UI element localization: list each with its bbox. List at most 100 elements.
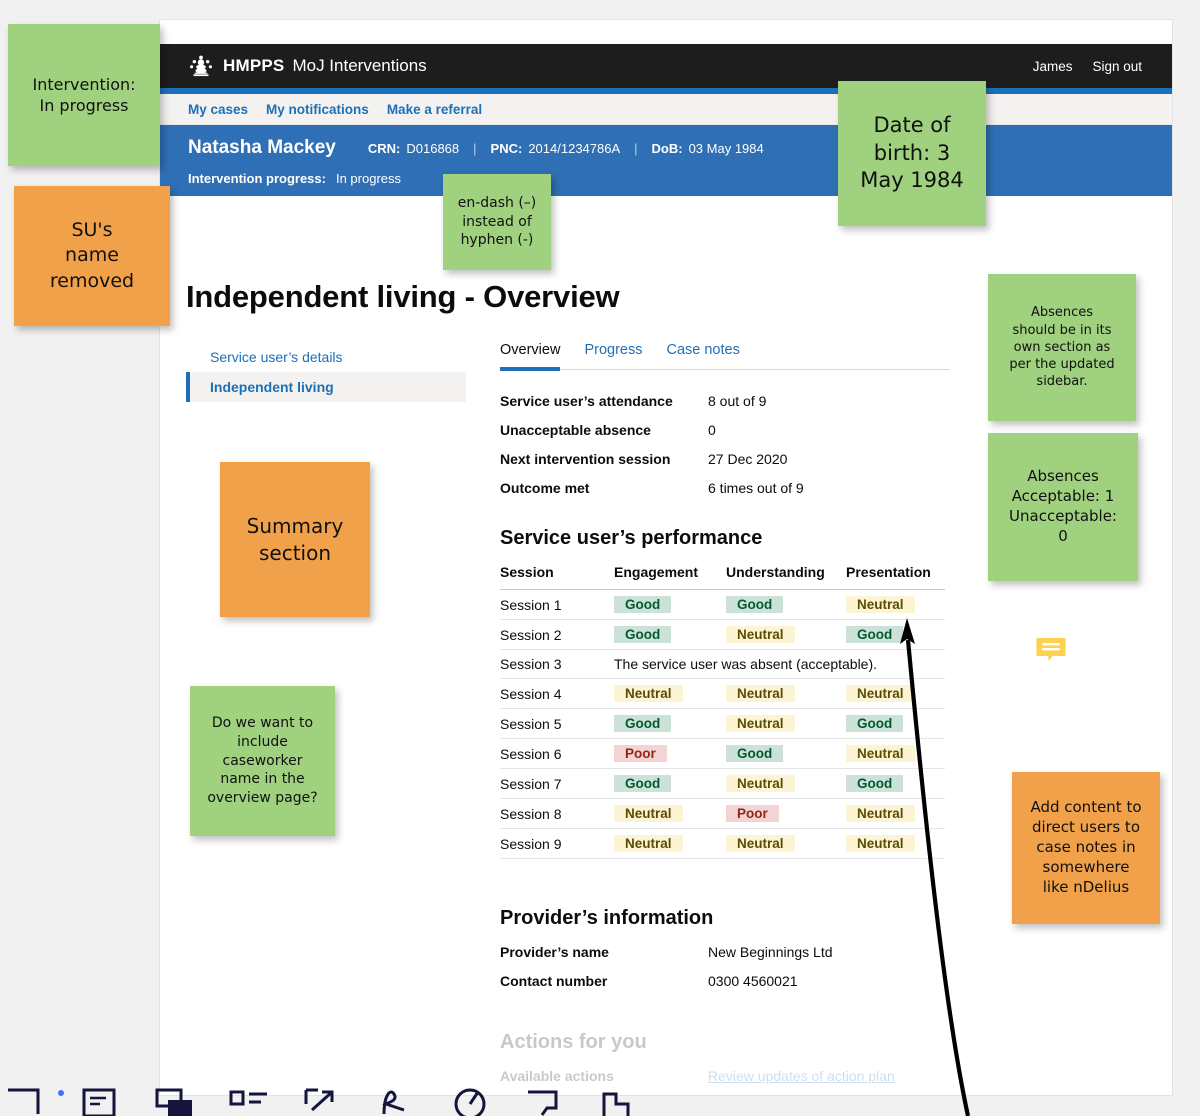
cell-presentation: Neutral [846,798,945,829]
brand-service-name: MoJ Interventions [292,56,427,75]
note-date-of-birth[interactable]: Date of birth: 3 May 1984 [838,81,986,226]
cell-session: Session 4 [500,678,614,709]
column-header-understanding: Understanding [726,564,846,590]
summary-row: Service user’s attendance 8 out of 9 [500,393,950,409]
cell-presentation: Good [846,708,945,739]
rating-tag: Neutral [614,835,683,852]
summary-value: 8 out of 9 [708,393,767,409]
note-summary-section[interactable]: Summary section [220,462,370,617]
dob-field: DoB: 03 May 1984 [652,141,764,156]
design-tool-toolbar [0,1080,1200,1116]
table-row: Session 7 Good Neutral Good [500,768,945,799]
note-en-dash[interactable]: en-dash (–) instead of hyphen (-) [443,174,551,270]
cell-presentation: Neutral [846,589,945,620]
sidebar-item-service-user-details[interactable]: Service user’s details [186,342,466,372]
provider-section: Provider’s name New Beginnings Ltd Conta… [500,944,950,989]
shape-tool-icon[interactable] [154,1086,198,1116]
note-case-notes-ndelius[interactable]: Add content to direct users to case note… [1012,772,1160,924]
account-user-name: James [1032,58,1073,74]
provider-value: 0300 4560021 [708,973,798,989]
nav-make-a-referral[interactable]: Make a referral [387,102,482,117]
nav-my-cases[interactable]: My cases [188,102,248,117]
comment-tool-icon[interactable] [524,1086,568,1116]
primary-navigation: My cases My notifications Make a referra… [160,94,1172,125]
rating-tag: Neutral [614,805,683,822]
rating-tag: Good [846,775,904,792]
pen-tool-icon[interactable] [376,1086,420,1116]
cell-session: Session 2 [500,619,614,650]
summary-key: Unacceptable absence [500,422,651,438]
rating-tag: Good [726,745,784,762]
intervention-progress-label: Intervention progress: [188,171,326,186]
list-tool-icon[interactable] [228,1086,272,1116]
rating-tag: Poor [726,805,779,822]
note-absences-section[interactable]: Absences should be in its own section as… [988,274,1136,421]
cell-engagement: Neutral [614,828,726,859]
cell-engagement: Good [614,589,726,620]
cell-presentation: Good [846,768,945,799]
dob-label: DoB: [651,141,683,156]
cell-engagement: Good [614,768,726,799]
comment-bubble-icon[interactable] [1032,634,1070,670]
frame-tool-icon[interactable] [6,1086,50,1116]
sidebar-item-label: Independent living [210,379,334,395]
cell-session: Session 8 [500,798,614,829]
rating-tag: Poor [614,745,667,762]
rating-tag: Neutral [726,715,795,732]
summary-value: 27 Dec 2020 [708,451,788,467]
sticky-note-tool-icon[interactable] [80,1086,124,1116]
table-row: Session 6 Poor Good Neutral [500,738,945,769]
pnc-label: PNC: [490,141,523,156]
more-tools-icon[interactable] [598,1086,642,1116]
crn-label: CRN: [367,141,401,156]
upload-tool-icon[interactable] [302,1086,346,1116]
note-absences-counts[interactable]: Absences Acceptable: 1 Unacceptable: 0 [988,433,1138,581]
rating-tag: Neutral [726,685,795,702]
pnc-value: 2014/1234786A [528,141,621,156]
masthead-account-nav: James Sign out [1033,59,1172,74]
cell-understanding: Neutral [726,678,846,709]
rating-tag: Neutral [846,835,915,852]
site-masthead: HMPPS MoJ Interventions James Sign out [160,44,1172,88]
cell-understanding: Good [726,738,846,769]
column-header-engagement: Engagement [614,564,726,590]
summary-row: Next intervention session 27 Dec 2020 [500,451,950,467]
sidebar-item-independent-living[interactable]: Independent living [186,372,466,402]
rating-tag: Neutral [846,685,915,702]
table-row: Session 1 Good Good Neutral [500,589,945,620]
rating-tag: Good [614,715,672,732]
secondary-sidebar: Service user’s details Independent livin… [186,342,466,402]
tab-case-notes[interactable]: Case notes [666,342,739,369]
tab-progress[interactable]: Progress [584,342,642,369]
cell-understanding: Neutral [726,708,846,739]
provider-value: New Beginnings Ltd [708,944,833,960]
cell-presentation: Neutral [846,738,945,769]
cell-understanding: Good [726,589,846,620]
rating-tag: Good [726,596,784,613]
cell-session: Session 9 [500,828,614,859]
emoji-tool-icon[interactable] [450,1086,494,1116]
crn-value: D016868 [406,141,460,156]
summary-key: Service user’s attendance [500,393,673,409]
note-caseworker-name[interactable]: Do we want to include caseworker name in… [190,686,335,836]
masthead-brand[interactable]: HMPPS MoJ Interventions [160,55,427,77]
cell-presentation: Neutral [846,678,945,709]
actions-section: Actions for you Available actions Review… [500,1031,950,1084]
summary-row: Outcome met 6 times out of 9 [500,480,950,496]
column-header-session: Session [500,564,614,590]
service-user-name: Natasha Mackey [188,137,336,158]
tab-overview[interactable]: Overview [500,342,561,371]
sign-out-link[interactable]: Sign out [1092,59,1142,74]
cell-engagement: Good [614,619,726,650]
sidebar-item-label: Service user’s details [210,349,343,365]
note-su-name-removed[interactable]: SU's name removed [14,186,170,326]
table-row: Session 4 Neutral Neutral Neutral [500,678,945,709]
summary-row: Unacceptable absence 0 [500,422,950,438]
cell-session: Session 6 [500,738,614,769]
cell-understanding: Poor [726,798,846,829]
table-row: Session 3 The service user was absent (ac… [500,649,945,679]
summary-value: 6 times out of 9 [708,480,804,496]
note-intervention-status[interactable]: Intervention: In progress [8,24,160,166]
nav-my-notifications[interactable]: My notifications [266,102,369,117]
table-header-row: Session Engagement Understanding Present… [500,564,945,590]
